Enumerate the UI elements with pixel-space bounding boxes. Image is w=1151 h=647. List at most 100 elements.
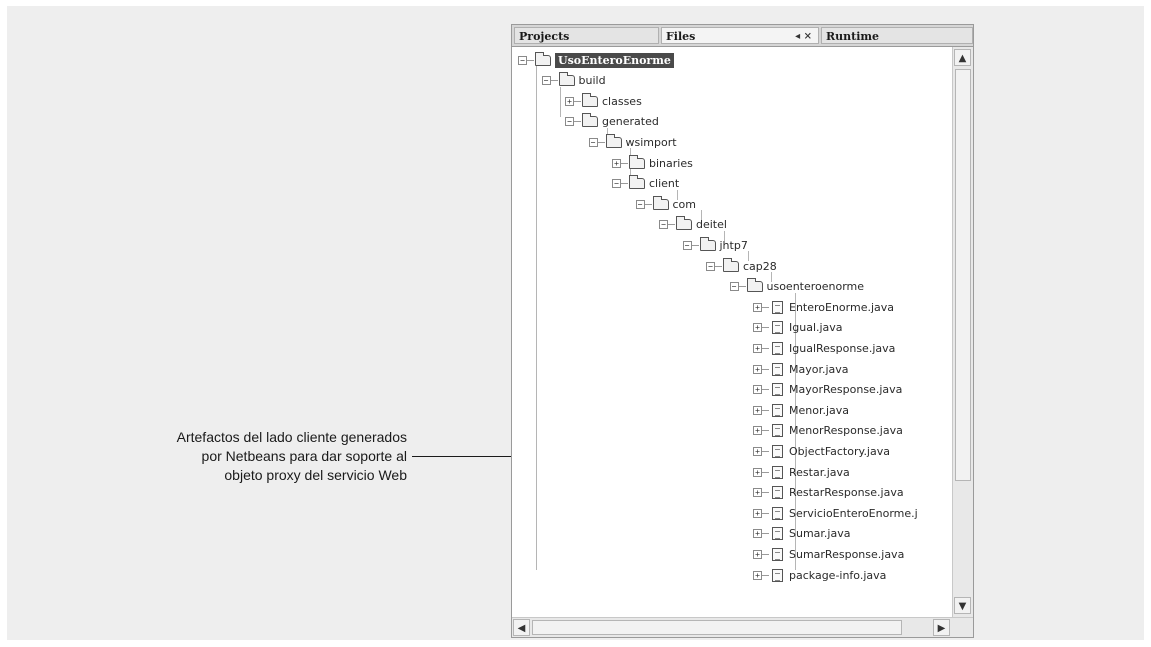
expand-icon[interactable]: + [753,343,762,353]
tab-projects[interactable]: Projects [514,27,659,44]
tab-bar: Projects Files ◂ × Runtime [512,25,973,47]
collapse-icon[interactable]: − [612,179,621,189]
tree-connector [621,183,628,185]
folder-icon [699,236,716,251]
tree-item-label: jhtp7 [719,238,748,252]
expand-icon[interactable]: + [753,364,762,374]
tree-file-item[interactable]: + Igual.java [753,318,843,338]
horizontal-scrollbar[interactable]: ◀ ▶ [512,617,973,637]
collapse-icon[interactable]: − [588,137,598,147]
collapse-icon[interactable]: − [706,261,715,271]
vertical-scroll-thumb[interactable] [955,69,971,481]
scroll-right-icon[interactable]: ▶ [933,619,950,636]
expand-icon[interactable]: + [753,405,762,415]
expand-icon[interactable]: + [753,446,762,456]
expand-icon[interactable]: + [753,488,762,498]
tree-connector [762,368,769,370]
tree-folder-item[interactable]: − jhtp7 [682,235,748,255]
files-window: Projects Files ◂ × Runtime − UsoEnteroEno… [511,24,974,638]
expand-icon[interactable]: + [753,385,762,395]
tree-file-item[interactable]: + Restar.java [753,462,850,482]
collapse-icon[interactable]: − [635,199,645,209]
tree-folder-item[interactable]: − client [612,174,679,194]
expand-icon[interactable]: + [753,570,762,580]
tree-folder-item[interactable]: − UsoEnteroEnorme [518,50,674,70]
tree-connector [762,327,769,329]
tree-connector [762,553,769,555]
collapse-icon[interactable]: − [729,282,739,292]
tree-file-item[interactable]: + EnteroEnorme.java [753,297,894,317]
tree-folder-item[interactable]: − com [635,194,697,214]
expand-icon[interactable]: + [753,323,762,333]
tree-file-item[interactable]: + ServicioEnteroEnorme.j [753,503,918,523]
caption-line-3: objeto proxy del servicio Web [224,467,407,483]
expand-icon[interactable]: + [753,549,762,559]
java-file-icon [772,444,783,458]
tree-file-item[interactable]: + SumarResponse.java [753,544,904,564]
horizontal-scroll-thumb[interactable] [532,620,902,635]
tree-connector [550,80,558,82]
expand-icon[interactable]: + [753,529,762,539]
tree-item-label: usoenteroenorme [766,280,865,294]
tree-connector [574,121,581,123]
tab-files[interactable]: Files ◂ × [661,27,819,44]
folder-icon [629,175,645,190]
tree-connector [762,492,769,494]
tree-file-item[interactable]: + ObjectFactory.java [753,441,890,461]
tree-folder-item[interactable]: − build [541,71,606,91]
collapse-icon[interactable]: − [659,220,668,230]
tree-file-item[interactable]: + IgualResponse.java [753,338,895,358]
scroll-down-icon[interactable]: ▼ [954,597,971,614]
tree-connector [527,59,534,61]
java-file-icon [772,300,783,314]
tree-folder-item[interactable]: − deitel [659,215,727,235]
tree-connector [762,347,769,349]
folder-icon [558,72,575,87]
vertical-scrollbar[interactable]: ▲ ▼ [952,47,973,617]
expand-icon[interactable]: + [753,467,762,477]
tree-file-item[interactable]: + RestarResponse.java [753,483,904,503]
tree-item-label: MayorResponse.java [789,383,903,397]
tab-runtime[interactable]: Runtime [821,27,973,44]
java-file-icon [772,547,783,561]
collapse-icon[interactable]: − [518,55,527,65]
scroll-left-icon[interactable]: ◀ [513,619,530,636]
tab-files-label: Files [666,30,696,43]
java-file-icon [772,527,783,541]
tree-file-item[interactable]: + package-info.java [753,565,886,585]
folder-icon [746,278,763,293]
expand-icon[interactable]: + [753,302,762,312]
expand-icon[interactable]: + [565,96,574,106]
tree-connector [762,533,769,535]
collapse-icon[interactable]: − [565,117,574,127]
tree-folder-item[interactable]: + classes [565,91,642,111]
tree-folder-item[interactable]: + binaries [612,153,693,173]
scroll-up-icon[interactable]: ▲ [954,49,971,66]
tree-connector [621,162,628,164]
tree-file-item[interactable]: + Mayor.java [753,359,849,379]
tree-folder-item[interactable]: − cap28 [706,256,777,276]
tree-item-label: cap28 [743,259,777,273]
tree-connector [668,224,675,226]
expand-icon[interactable]: + [753,426,762,436]
tree-folder-item[interactable]: − usoenteroenorme [729,277,865,297]
tree-item-label: com [672,197,697,211]
tree-file-item[interactable]: + Sumar.java [753,524,850,544]
tree-file-item[interactable]: + Menor.java [753,400,849,420]
tree-file-item[interactable]: + MenorResponse.java [753,421,903,441]
tree-item-label: UsoEnteroEnorme [555,52,674,68]
tree-item-label: MenorResponse.java [789,424,903,438]
annotation-caption: Artefactos del lado cliente generados po… [60,428,407,485]
tree-connector [574,100,581,102]
collapse-icon[interactable]: − [682,240,692,250]
tree-file-item[interactable]: + MayorResponse.java [753,380,902,400]
tree-connector [762,306,769,308]
tree-folder-item[interactable]: − generated [565,112,659,132]
tree-folder-item[interactable]: − wsimport [588,132,677,152]
tab-files-controls[interactable]: ◂ × [795,28,812,45]
expand-icon[interactable]: + [753,508,762,518]
expand-icon[interactable]: + [612,158,621,168]
collapse-icon[interactable]: − [541,76,551,86]
tree-connector [738,286,746,288]
tree-connector [762,471,769,473]
